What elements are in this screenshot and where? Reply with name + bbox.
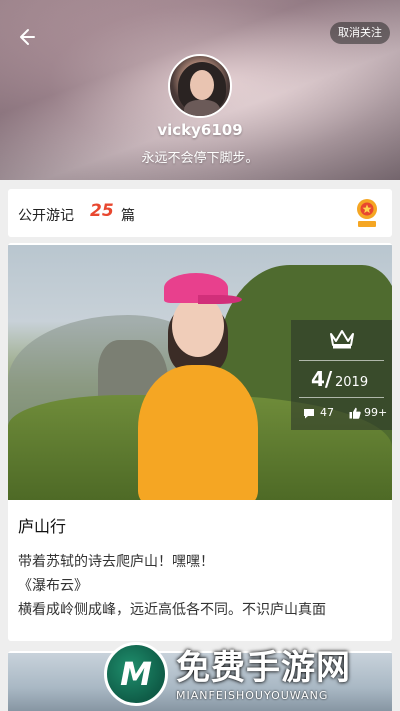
date-day: 4/	[311, 367, 333, 391]
cap-brim	[198, 295, 242, 304]
avatar[interactable]	[168, 54, 232, 118]
badge-divider	[299, 360, 384, 361]
date-year: 2019	[335, 375, 369, 390]
person-jacket	[138, 365, 258, 500]
watermark-subtext: MIANFEISHOUYOUWANG	[176, 689, 329, 702]
badge-divider	[299, 397, 384, 398]
travelogue-count: 25	[90, 201, 114, 221]
back-arrow-icon[interactable]	[14, 22, 44, 52]
person-face	[172, 295, 224, 357]
cover-photo[interactable]: 4/ 2019 47 99+	[8, 245, 392, 500]
watermark-logo: M	[104, 642, 168, 706]
crown-icon	[330, 330, 354, 349]
unfollow-button[interactable]: 取消关注	[330, 22, 390, 44]
travelogue-card[interactable]: 4/ 2019 47 99+ 庐山行 带着苏轼的诗去爬庐山！嘿嘿！ 《瀑布云》 …	[8, 243, 392, 641]
avatar-face	[190, 70, 214, 100]
watermark-logo-letter: M	[120, 655, 152, 693]
avatar-shoulders	[184, 100, 220, 116]
like-count: 99+	[364, 406, 388, 419]
travelogue-count-bar: 公开游记 25 篇	[8, 189, 392, 237]
travelogue-title: 庐山行	[18, 517, 67, 536]
thumbs-up-icon	[349, 407, 361, 419]
count-label: 公开游记	[18, 208, 74, 224]
username: vicky6109	[157, 121, 243, 139]
count-unit: 篇	[121, 208, 135, 224]
comment-icon	[304, 409, 314, 419]
medal-icon[interactable]	[354, 197, 380, 229]
date-badge: 4/ 2019 47 99+	[291, 320, 392, 430]
excerpt-line: 横看成岭侧成峰，远近高低各不同。不识庐山真面	[18, 602, 326, 618]
excerpt-line: 《瀑布云》	[18, 578, 88, 594]
comment-count: 47	[320, 406, 334, 419]
profile-header: 取消关注 vicky6109 永远不会停下脚步。	[0, 0, 400, 180]
user-motto: 永远不会停下脚步。	[141, 151, 259, 166]
excerpt-line: 带着苏轼的诗去爬庐山！嘿嘿！	[18, 554, 214, 570]
watermark-text: 免费手游网	[176, 648, 351, 688]
